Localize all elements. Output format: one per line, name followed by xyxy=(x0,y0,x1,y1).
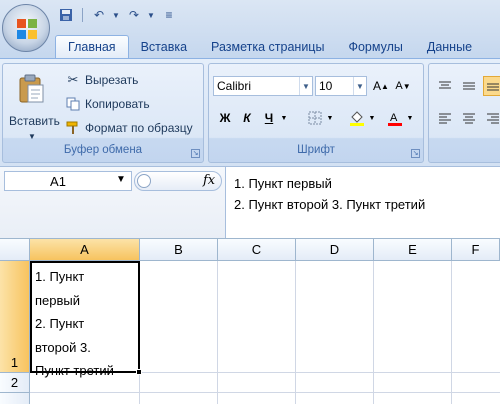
align-bottom-icon[interactable] xyxy=(483,76,500,96)
formula-line-2: 2. Пункт второй 3. Пункт третий xyxy=(234,197,426,212)
paste-button[interactable]: Вставить ▼ xyxy=(9,70,60,141)
fill-color-dropdown-icon[interactable]: ▼ xyxy=(367,108,377,128)
formula-bar: A1 ▼ fx 1. Пункт первый 2. Пункт второй … xyxy=(0,166,500,239)
row-header-3[interactable] xyxy=(0,393,30,404)
italic-button[interactable]: К xyxy=(237,108,257,128)
quick-access-toolbar: ↶ ▼ ↷ ▼ ≡ xyxy=(56,4,179,26)
resize-handle-icon[interactable] xyxy=(137,174,151,188)
insert-function-button[interactable]: fx xyxy=(203,173,215,188)
chevron-down-icon: ▼ xyxy=(299,77,312,95)
undo-icon[interactable]: ↶ xyxy=(89,6,109,24)
borders-icon[interactable] xyxy=(305,108,325,128)
redo-icon[interactable]: ↷ xyxy=(124,6,144,24)
clipboard-launcher-icon[interactable]: ↘ xyxy=(191,149,200,158)
save-icon[interactable] xyxy=(56,6,76,24)
customize-icon[interactable]: ≡ xyxy=(159,6,179,24)
align-middle-icon[interactable] xyxy=(459,76,479,96)
cell-a1[interactable]: 1. Пункт первый 2. Пункт второй 3. Пункт… xyxy=(30,261,140,378)
font-name-select[interactable]: Calibri ▼ xyxy=(213,76,313,96)
undo-dropdown-icon[interactable]: ▼ xyxy=(112,6,121,24)
format-painter-icon xyxy=(65,120,81,136)
svg-text:A: A xyxy=(390,112,398,124)
underline-button[interactable]: Ч xyxy=(259,108,279,128)
font-size-value: 10 xyxy=(319,79,333,93)
gridline xyxy=(30,392,500,393)
align-center-icon[interactable] xyxy=(459,108,479,128)
gridline xyxy=(451,261,452,404)
formula-line-1: 1. Пункт первый xyxy=(234,176,332,191)
scissors-icon: ✂ xyxy=(67,72,79,87)
tab-page-layout[interactable]: Разметка страницы xyxy=(199,35,336,58)
font-launcher-icon[interactable]: ↘ xyxy=(411,149,420,158)
cut-label: Вырезать xyxy=(85,73,139,87)
copy-label: Копировать xyxy=(85,97,150,111)
select-all-button[interactable] xyxy=(0,239,30,261)
font-group-label: Шрифт xyxy=(297,144,335,156)
column-header-e[interactable]: E xyxy=(374,239,452,261)
paste-label: Вставить xyxy=(9,114,60,128)
chevron-down-icon: ▼ xyxy=(353,77,366,95)
tab-insert[interactable]: Вставка xyxy=(129,35,199,58)
name-box-value: A1 xyxy=(50,173,66,189)
redo-dropdown-icon[interactable]: ▼ xyxy=(147,6,156,24)
font-size-select[interactable]: 10 ▼ xyxy=(315,76,367,96)
borders-dropdown-icon[interactable]: ▼ xyxy=(325,108,335,128)
align-top-icon[interactable] xyxy=(435,76,455,96)
paste-icon xyxy=(19,74,44,103)
format-painter-label: Формат по образцу xyxy=(85,121,193,135)
shrink-font-icon[interactable]: A ▼ xyxy=(393,76,413,96)
row-header-1[interactable]: 1 xyxy=(0,261,30,373)
align-left-icon[interactable] xyxy=(435,108,455,128)
office-logo-icon xyxy=(17,19,37,39)
row-header-2[interactable]: 2 xyxy=(0,373,30,393)
cut-button[interactable]: ✂ Вырезать xyxy=(65,70,139,90)
column-header-a[interactable]: A xyxy=(30,239,140,261)
clipboard-group: Вставить ▼ ✂ Вырезать Копировать Формат … xyxy=(2,63,204,163)
paste-dropdown-icon[interactable]: ▼ xyxy=(28,132,36,141)
column-header-b[interactable]: B xyxy=(140,239,218,261)
ribbon: Вставить ▼ ✂ Вырезать Копировать Формат … xyxy=(0,58,500,166)
font-color-dropdown-icon[interactable]: ▼ xyxy=(405,108,415,128)
ribbon-tabs: Главная Вставка Разметка страницы Формул… xyxy=(55,33,484,58)
gridline xyxy=(295,261,296,404)
tab-data[interactable]: Данные xyxy=(415,35,484,58)
fill-handle[interactable] xyxy=(136,369,142,375)
spreadsheet-grid: A B C D E F 1 2 1. Пункт первый 2. Пункт… xyxy=(0,238,500,404)
toolbar-separator xyxy=(82,8,83,22)
formula-tools: fx xyxy=(134,171,222,191)
gridline xyxy=(217,261,218,404)
name-box[interactable]: A1 xyxy=(4,171,132,191)
formula-input[interactable]: 1. Пункт первый 2. Пункт второй 3. Пункт… xyxy=(234,173,425,215)
font-color-icon[interactable]: A xyxy=(385,108,405,128)
bold-button[interactable]: Ж xyxy=(215,108,235,128)
namebox-area: A1 ▼ fx xyxy=(0,167,226,239)
font-name-value: Calibri xyxy=(217,79,252,93)
tab-home[interactable]: Главная xyxy=(55,35,129,58)
format-painter-button[interactable]: Формат по образцу xyxy=(65,118,193,138)
title-tab-bar: ↶ ▼ ↷ ▼ ≡ Главная Вставка Разметка стран… xyxy=(0,0,500,58)
fill-color-icon[interactable] xyxy=(347,108,367,128)
column-header-f[interactable]: F xyxy=(452,239,500,261)
copy-button[interactable]: Копировать xyxy=(65,94,150,114)
font-group: Calibri ▼ 10 ▼ A ▲ A ▼ Ж К Ч ▼ ▼ ▼ A ▼ Шри… xyxy=(208,63,424,163)
gridline xyxy=(139,373,140,404)
align-right-icon[interactable] xyxy=(483,108,500,128)
underline-dropdown-icon[interactable]: ▼ xyxy=(279,108,289,128)
copy-icon xyxy=(65,96,81,112)
column-header-c[interactable]: C xyxy=(218,239,296,261)
alignment-group xyxy=(428,63,500,163)
column-header-d[interactable]: D xyxy=(296,239,374,261)
gridline xyxy=(373,261,374,404)
clipboard-group-label: Буфер обмена xyxy=(63,144,143,156)
name-box-dropdown-icon[interactable]: ▼ xyxy=(116,174,126,185)
office-button[interactable] xyxy=(2,4,50,52)
tab-formulas[interactable]: Формулы xyxy=(336,35,414,58)
grow-font-icon[interactable]: A ▲ xyxy=(371,76,391,96)
